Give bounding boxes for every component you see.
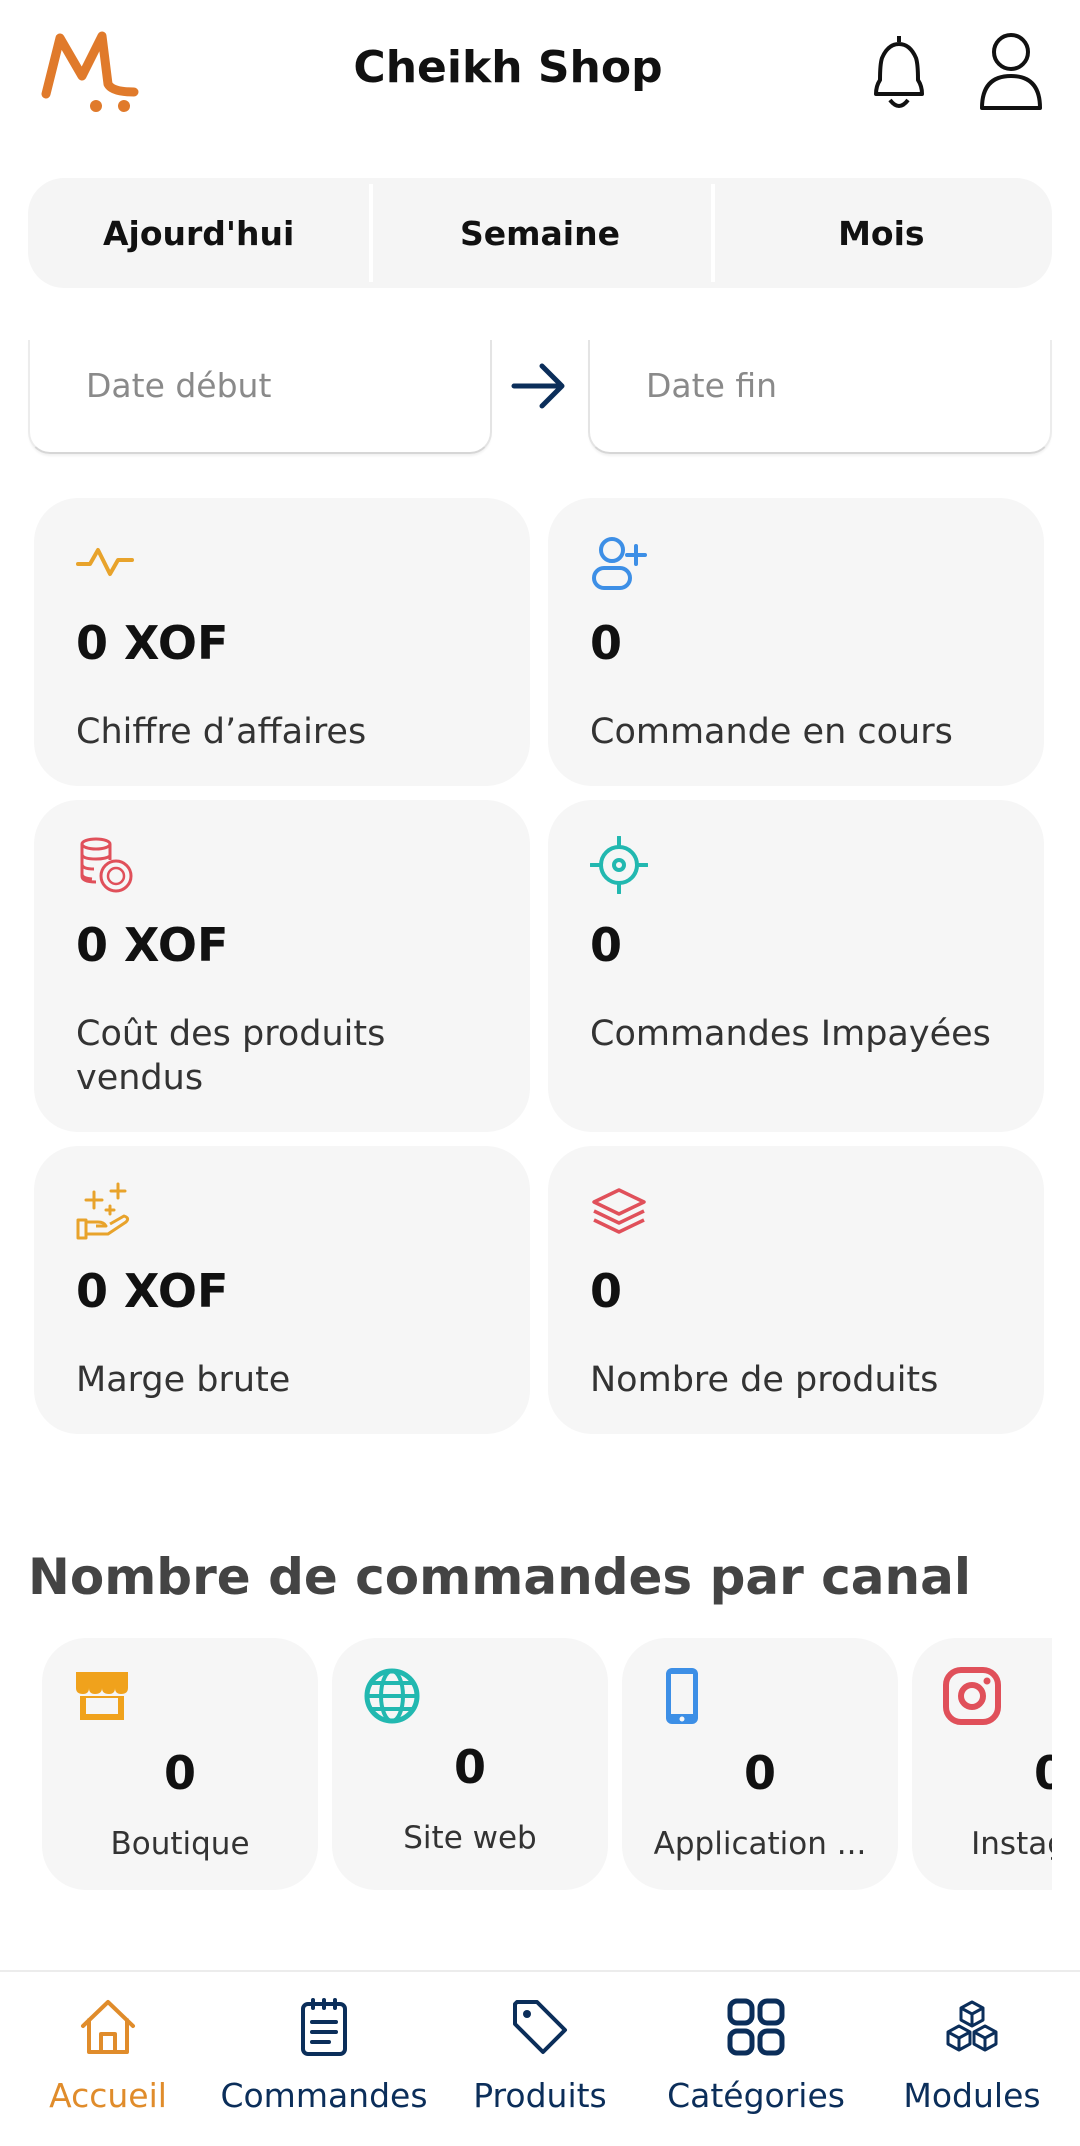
store-icon	[76, 1672, 128, 1720]
nav-orders[interactable]: Commandes	[208, 1996, 440, 2126]
clipboard-icon	[301, 1998, 347, 2056]
coins-icon	[80, 837, 133, 893]
period-tabs: Ajourd'hui Semaine Mois	[28, 178, 1052, 288]
stat-label: Nombre de produits	[590, 1360, 939, 1400]
smartphone-icon	[666, 1668, 698, 1724]
arrow-right-icon	[511, 363, 565, 409]
stat-value: 0	[590, 1264, 623, 1318]
stat-card-revenue[interactable]: 0 XOF Chiffre d’affaires	[34, 498, 530, 786]
target-icon	[590, 836, 648, 894]
bottom-navigation: Accueil Commandes Produits Catégories Mo…	[0, 1970, 1080, 2146]
hand-sparkle-icon	[76, 1182, 130, 1240]
stat-label: Chiffre d’affaires	[76, 712, 367, 752]
stat-card-product-count[interactable]: 0 Nombre de produits	[548, 1146, 1044, 1434]
grid-icon	[727, 1998, 785, 2056]
globe-icon	[364, 1668, 420, 1724]
tab-week[interactable]: Semaine	[369, 178, 710, 288]
date-start-input[interactable]	[30, 340, 490, 430]
channel-label: Site web	[403, 1820, 537, 1856]
channels-carousel[interactable]: 0 Boutique 0 Site web 0 Application ... …	[28, 1636, 1052, 1892]
stat-value: 0 XOF	[76, 1264, 229, 1318]
channel-label: Boutique	[110, 1826, 250, 1862]
stat-label: Commandes Impayées	[590, 1014, 991, 1054]
nav-label: Produits	[473, 2076, 607, 2115]
channel-value: 0	[743, 1746, 776, 1800]
channel-value: 0	[1033, 1746, 1052, 1800]
stat-card-orders-in-progress[interactable]: 0 Commande en cours	[548, 498, 1044, 786]
stat-label: Marge brute	[76, 1360, 291, 1400]
instagram-icon	[943, 1667, 1001, 1725]
stat-card-gross-margin[interactable]: 0 XOF Marge brute	[34, 1146, 530, 1434]
nav-categories[interactable]: Catégories	[652, 1996, 860, 2126]
stat-value: 0	[590, 616, 623, 670]
nav-products[interactable]: Produits	[458, 1996, 622, 2126]
channel-value: 0	[163, 1746, 196, 1800]
date-end-field	[588, 340, 1052, 454]
date-end-input[interactable]	[590, 340, 1050, 430]
home-icon	[81, 2000, 135, 2054]
channel-card-instagram[interactable]: 0 Instagram	[912, 1638, 1052, 1890]
nav-label: Commandes	[220, 2076, 428, 2115]
channel-card-store[interactable]: 0 Boutique	[42, 1638, 318, 1890]
stat-value: 0	[590, 918, 623, 972]
date-start-field	[28, 340, 492, 454]
tag-icon	[513, 2000, 567, 2054]
channel-label: Application ...	[653, 1826, 867, 1862]
stat-label: Commande en cours	[590, 712, 953, 752]
tab-today[interactable]: Ajourd'hui	[28, 178, 369, 288]
nav-modules[interactable]: Modules	[890, 1996, 1054, 2126]
channel-label: Instagram	[971, 1826, 1052, 1862]
bell-icon[interactable]	[862, 30, 936, 114]
channel-card-website[interactable]: 0 Site web	[332, 1638, 608, 1890]
app-header: Cheikh Shop	[0, 0, 1080, 150]
stat-label: Coût des produits vendus	[76, 1014, 386, 1098]
channels-section-title: Nombre de commandes par canal	[28, 1548, 972, 1606]
user-plus-icon	[592, 537, 647, 590]
channel-card-mobile-app[interactable]: 0 Application ...	[622, 1638, 898, 1890]
stat-card-unpaid-orders[interactable]: 0 Commandes Impayées	[548, 800, 1044, 1132]
activity-icon	[76, 548, 134, 576]
user-icon[interactable]	[978, 30, 1044, 112]
nav-home[interactable]: Accueil	[36, 1996, 180, 2126]
nav-label: Accueil	[49, 2076, 167, 2115]
nav-label: Catégories	[667, 2076, 845, 2115]
layers-icon	[592, 1188, 646, 1234]
stat-value: 0 XOF	[76, 918, 229, 972]
stat-value: 0 XOF	[76, 616, 229, 670]
channel-value: 0	[453, 1740, 486, 1794]
stat-card-cost-of-goods[interactable]: 0 XOF Coût des produits vendus	[34, 800, 530, 1132]
cubes-icon	[946, 2000, 998, 2052]
tab-month[interactable]: Mois	[710, 178, 1052, 288]
nav-label: Modules	[903, 2076, 1041, 2115]
